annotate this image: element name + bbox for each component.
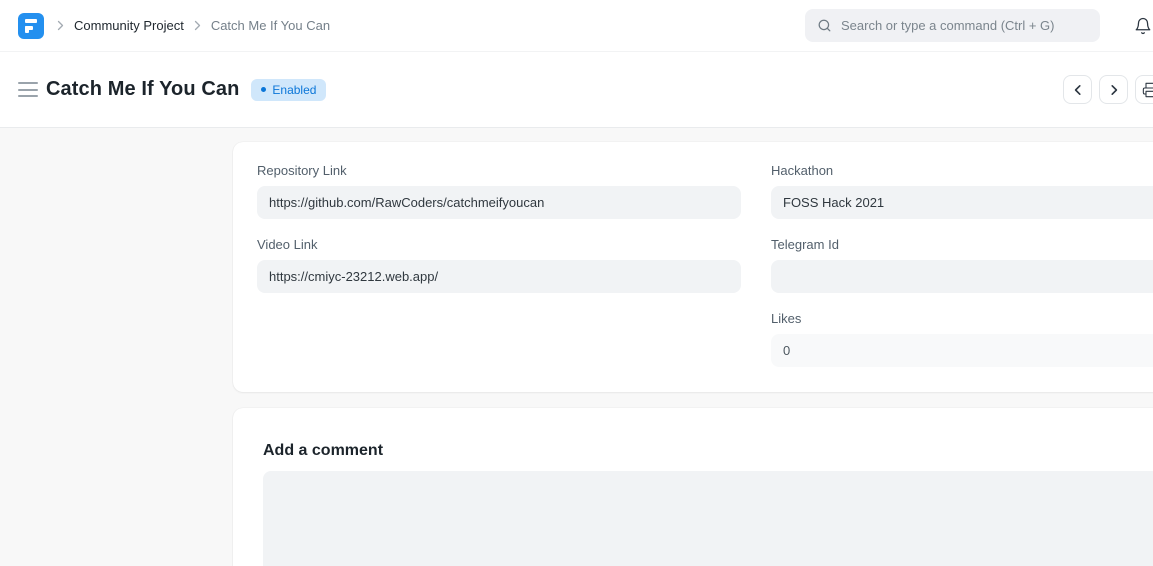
field-likes: Likes [771,312,1153,367]
likes-label: Likes [771,312,1153,325]
telegram-id-input[interactable] [771,260,1153,293]
top-navbar: Community Project Catch Me If You Can [0,0,1153,52]
breadcrumb: Community Project Catch Me If You Can [57,18,330,33]
field-telegram-id: Telegram Id [771,238,1153,293]
form-column-left: Repository Link Video Link [257,164,741,386]
chevron-right-icon [194,20,201,31]
navbar-right-group [805,9,1152,42]
search-input[interactable] [841,18,1088,33]
status-dot-icon [261,87,266,92]
video-link-input[interactable] [257,260,741,293]
breadcrumb-item-current[interactable]: Catch Me If You Can [211,18,330,33]
printer-icon [1142,82,1153,98]
prev-record-button[interactable] [1063,75,1092,104]
page-body: Repository Link Video Link Hackathon Tel… [0,128,1153,566]
form-column-right: Hackathon Telegram Id Likes [771,164,1153,386]
comments-card: Add a comment [233,408,1153,566]
record-nav-group [1063,75,1153,104]
details-card: Repository Link Video Link Hackathon Tel… [233,142,1153,392]
field-hackathon: Hackathon [771,164,1153,219]
notifications-button[interactable] [1134,15,1152,37]
frappe-logo-icon[interactable] [18,13,44,39]
next-record-button[interactable] [1099,75,1128,104]
search-icon [817,18,832,33]
chevron-right-icon [1108,84,1120,96]
sidebar-toggle-button[interactable] [18,82,38,97]
telegram-id-label: Telegram Id [771,238,1153,251]
hackathon-label: Hackathon [771,164,1153,177]
repository-link-input[interactable] [257,186,741,219]
breadcrumb-item-community-project[interactable]: Community Project [74,18,184,33]
bell-icon [1134,16,1152,36]
chevron-left-icon [1072,84,1084,96]
comments-heading: Add a comment [263,442,1153,460]
print-button[interactable] [1135,75,1153,104]
video-link-label: Video Link [257,238,741,251]
hackathon-input[interactable] [771,186,1153,219]
status-badge[interactable]: Enabled [251,79,326,101]
page-title: Catch Me If You Can [46,78,239,101]
likes-input[interactable] [771,334,1153,367]
search-bar[interactable] [805,9,1100,42]
status-badge-label: Enabled [272,83,316,97]
field-repository-link: Repository Link [257,164,741,219]
repository-link-label: Repository Link [257,164,741,177]
field-video-link: Video Link [257,238,741,293]
comment-textarea[interactable] [263,471,1153,566]
app-window: Community Project Catch Me If You Can Ca… [0,0,1153,566]
page-head: Catch Me If You Can Enabled [0,52,1153,128]
chevron-right-icon [57,20,64,31]
